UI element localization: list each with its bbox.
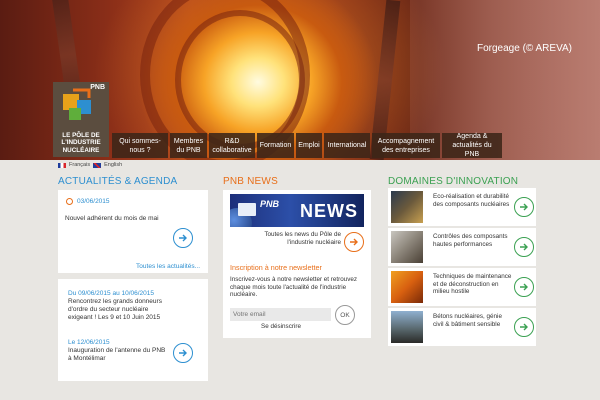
- arrow-right-icon: [350, 238, 358, 246]
- domain-thumbnail: [391, 271, 423, 303]
- nav-item-accompagnement[interactable]: Accompagnement des entreprises: [372, 133, 440, 158]
- domain-label: Bétons nucléaires, génie civil & bâtimen…: [433, 313, 502, 328]
- flag-en-icon[interactable]: [93, 162, 102, 168]
- logo-mark-icon: [63, 88, 91, 120]
- domain-label: Contrôles des composants hautes performa…: [433, 233, 508, 248]
- event-text: Inauguration de l'antenne du PNB à Monté…: [68, 347, 166, 362]
- domain-arrow-button[interactable]: [514, 317, 534, 337]
- domain-item[interactable]: Contrôles des composants hautes performa…: [388, 228, 536, 266]
- news-date: 03/06/2015: [77, 198, 110, 205]
- arrow-right-icon: [520, 203, 528, 211]
- news-text[interactable]: Nouvel adhérent du mois de mai: [65, 215, 159, 222]
- event-arrow-button[interactable]: [173, 343, 193, 363]
- domain-thumbnail: [391, 311, 423, 343]
- event-date: Le 12/06/2015: [68, 339, 110, 346]
- event-text: Rencontrez les grands donneurs d'ordre d…: [68, 298, 162, 321]
- news-arrow-button[interactable]: [173, 228, 193, 248]
- domain-item[interactable]: Bétons nucléaires, génie civil & bâtimen…: [388, 308, 536, 346]
- newsletter-link-text[interactable]: Toutes les news du Pôle de l'industrie n…: [243, 231, 341, 246]
- flag-fr-icon[interactable]: [58, 162, 66, 168]
- domain-label: Techniques de maintenance et de déconstr…: [433, 273, 512, 296]
- ok-button[interactable]: OK: [335, 305, 355, 325]
- nav-item-emploi[interactable]: Emploi: [296, 133, 322, 158]
- pnbnews-title: PNB NEWS: [223, 176, 278, 187]
- pnbnews-banner[interactable]: PNB NEWS: [230, 194, 364, 227]
- domain-arrow-button[interactable]: [514, 237, 534, 257]
- envelope-icon: [238, 203, 256, 216]
- domain-item[interactable]: Techniques de maintenance et de déconstr…: [388, 268, 536, 306]
- event-item[interactable]: Le 12/06/2015 Inauguration de l'antenne …: [68, 339, 168, 363]
- logo-brand: PNB: [90, 84, 105, 91]
- lang-fr[interactable]: Français: [69, 162, 90, 168]
- banner-title: NEWS: [300, 201, 358, 221]
- logo-name-line: nucléaire: [62, 146, 100, 154]
- arrow-right-icon: [179, 349, 187, 357]
- nav-item-rd[interactable]: R&D collaborative: [209, 133, 255, 158]
- newsletter-subscribe-desc: Inscrivez-vous à notre newsletter et ret…: [230, 276, 358, 298]
- arrow-right-icon: [520, 283, 528, 291]
- nav-item-international[interactable]: International: [324, 133, 370, 158]
- main-nav: Qui sommes-nous ? Membres du PNB R&D col…: [112, 133, 502, 158]
- domain-item[interactable]: Eco-réalisation et durabilité des compos…: [388, 188, 536, 226]
- domain-thumbnail: [391, 231, 423, 263]
- arrow-right-icon: [520, 243, 528, 251]
- domain-arrow-button[interactable]: [514, 277, 534, 297]
- arrow-right-icon: [520, 323, 528, 331]
- news-card: 03/06/2015 Nouvel adhérent du mois de ma…: [58, 190, 208, 273]
- newsletter-subscribe-title: Inscription à notre newsletter: [230, 263, 322, 272]
- all-news-link[interactable]: Toutes les actualités...: [136, 263, 200, 270]
- lang-en[interactable]: English: [104, 162, 122, 168]
- hero-caption: Forgeage (© AREVA): [477, 43, 572, 54]
- banner-brand: PNB: [260, 199, 280, 209]
- event-date: Du 09/06/2015 au 10/06/2015: [68, 290, 155, 297]
- language-switcher: Français English: [58, 162, 122, 168]
- actualites-title: ACTUALITÉS & AGENDA: [58, 176, 178, 187]
- newsletter-arrow-button[interactable]: [344, 232, 364, 252]
- pnbnews-card: PNB NEWS Toutes les news du Pôle de l'in…: [223, 190, 371, 338]
- domain-arrow-button[interactable]: [514, 197, 534, 217]
- site-logo[interactable]: PNB Le Pôle de l'industrie nucléaire: [53, 82, 109, 157]
- logo-name-line: Le Pôle de: [62, 131, 100, 139]
- events-card: Du 09/06/2015 au 10/06/2015 Rencontrez l…: [58, 279, 208, 381]
- unsubscribe-link[interactable]: Se désinscrire: [223, 323, 339, 330]
- nav-item-agenda[interactable]: Agenda & actualités du PNB: [442, 133, 502, 158]
- event-item[interactable]: Du 09/06/2015 au 10/06/2015 Rencontrez l…: [68, 290, 168, 322]
- domain-label: Eco-réalisation et durabilité des compos…: [433, 193, 510, 208]
- logo-name-line: l'industrie: [61, 139, 101, 146]
- domaines-title: DOMAINES D'INNOVATION: [388, 176, 519, 187]
- nav-item-formation[interactable]: Formation: [257, 133, 294, 158]
- email-field[interactable]: [230, 308, 331, 321]
- domain-thumbnail: [391, 191, 423, 223]
- logo-name: Le Pôle de l'industrie nucléaire: [55, 132, 107, 155]
- clock-icon: [66, 198, 73, 205]
- nav-item-membres[interactable]: Membres du PNB: [170, 133, 207, 158]
- nav-item-qui-sommes-nous[interactable]: Qui sommes-nous ?: [112, 133, 168, 158]
- hero-furnace-ring-inner: [175, 10, 305, 150]
- arrow-right-icon: [179, 234, 187, 242]
